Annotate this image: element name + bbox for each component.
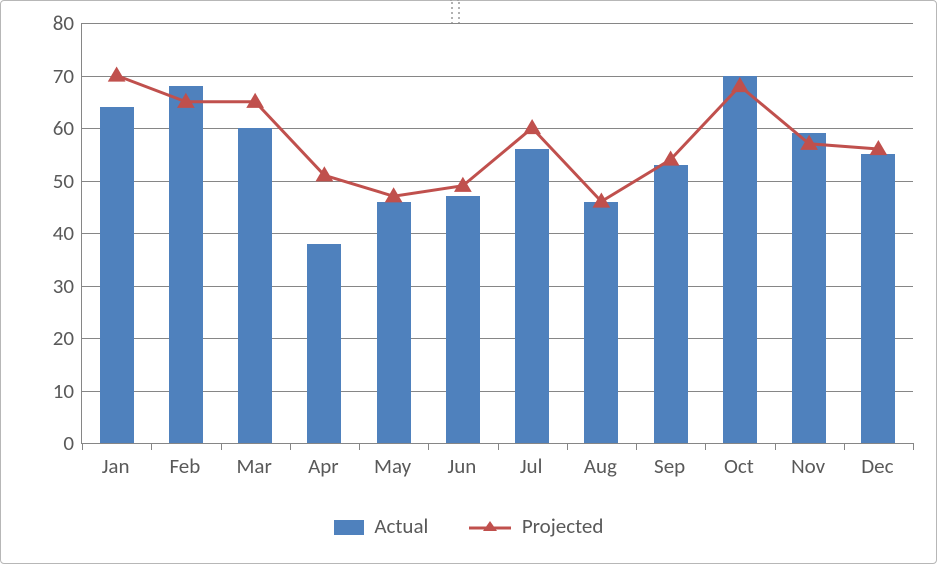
y-tick-label: 20 — [24, 325, 74, 351]
legend-item-projected: Projected — [469, 513, 603, 539]
x-tick-label: Apr — [308, 453, 339, 479]
y-tick-label: 60 — [24, 115, 74, 141]
triangle-marker-icon — [732, 78, 748, 92]
triangle-marker-icon — [524, 120, 540, 134]
y-tick-label: 70 — [24, 63, 74, 89]
line-series — [82, 23, 913, 443]
x-tick-label: Feb — [169, 453, 200, 479]
legend-item-actual: Actual — [334, 513, 429, 539]
x-tick-label: Aug — [584, 453, 617, 479]
bar-swatch-icon — [334, 520, 364, 535]
drag-handle-icon — [449, 0, 489, 5]
x-tick-label: Jan — [102, 453, 130, 479]
x-tick-label: Dec — [861, 453, 893, 479]
y-tick-label: 50 — [24, 168, 74, 194]
line-swatch-icon — [469, 519, 511, 537]
legend: Actual Projected — [1, 511, 936, 539]
x-tick-label: Jul — [520, 453, 543, 479]
x-tick-label: Mar — [236, 453, 271, 479]
plot-area — [81, 23, 913, 444]
chart-frame: 0 10 20 30 40 50 60 70 80 Jan Feb Mar Apr May Jun Jul A… — [0, 0, 937, 564]
y-tick-label: 80 — [24, 10, 74, 36]
x-tick-label: May — [374, 453, 411, 479]
x-tick-label: Nov — [791, 453, 825, 479]
legend-label-actual: Actual — [374, 513, 428, 539]
y-tick-label: 30 — [24, 273, 74, 299]
y-tick-label: 0 — [24, 430, 74, 456]
x-tick-label: Jun — [447, 453, 476, 479]
x-tick-label: Oct — [724, 453, 754, 479]
y-tick-label: 40 — [24, 220, 74, 246]
triangle-marker-icon — [109, 68, 125, 82]
y-tick-label: 10 — [24, 378, 74, 404]
legend-label-projected: Projected — [522, 513, 604, 539]
x-tick-label: Sep — [654, 453, 685, 479]
